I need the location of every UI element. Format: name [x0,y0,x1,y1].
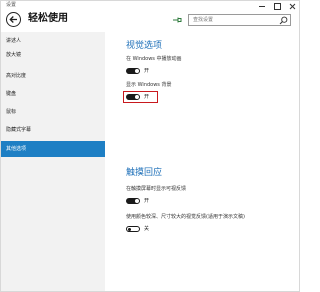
dark-feedback-label: 使用颜色较深、尺寸较大的视觉反馈(适用于演示文稿) [126,214,245,220]
visual-options-title: 视觉选项 [126,41,163,51]
sidebar-item-high-contrast[interactable]: 高对比度 [1,70,105,83]
animation-toggle-row: 开 [126,67,149,75]
sidebar-item-mouse[interactable]: 鼠标 [1,106,105,119]
window-title: 设置 [6,2,17,8]
close-button[interactable] [289,3,295,9]
back-arrow-icon [9,16,17,23]
title-bar: 设置 [1,1,299,10]
background-label: 显示 Windows 背景 [126,82,172,88]
feedback-toggle[interactable] [126,198,140,204]
pin-icon[interactable] [172,16,182,24]
feedback-label: 在触摸屏幕时显示可视反馈 [126,186,187,192]
background-state: 开 [144,93,150,100]
page-title: 轻松使用 [28,13,68,24]
minimize-button[interactable] [259,3,265,9]
animation-toggle[interactable] [126,68,140,74]
search-box[interactable] [188,14,291,26]
sidebar-item-captions[interactable]: 隐藏式字幕 [1,124,105,137]
back-button[interactable] [6,12,21,27]
window-controls [259,1,295,10]
dark-feedback-toggle-row: 关 [126,225,149,233]
page-header: 轻松使用 [1,10,299,32]
animation-state: 开 [144,67,150,74]
sidebar-item-magnifier[interactable]: 放大镜 [1,49,105,62]
feedback-toggle-row: 开 [126,197,149,205]
feedback-state: 开 [144,197,150,204]
maximize-button[interactable] [274,2,281,10]
dark-feedback-state: 关 [144,225,150,232]
search-icon[interactable] [279,16,288,25]
background-toggle[interactable] [126,94,140,100]
dark-feedback-toggle[interactable] [126,226,140,232]
search-input[interactable] [189,15,277,25]
background-toggle-row: 开 [126,93,149,101]
touch-feedback-title: 触摸回应 [126,168,163,178]
main-content: 视觉选项 在 Windows 中播放动画 开 显示 Windows 背景 开 触… [105,32,299,291]
settings-window: 设置 轻松使用 讲述人 放大镜 高对比度 键盘 鼠标 隐 [0,0,300,292]
sidebar-item-keyboard[interactable]: 键盘 [1,88,105,101]
sidebar-item-narrator[interactable]: 讲述人 [1,35,105,48]
sidebar: 讲述人 放大镜 高对比度 键盘 鼠标 隐藏式字幕 其他选项 [1,32,105,291]
sidebar-item-other-options[interactable]: 其他选项 [1,141,105,157]
animation-label: 在 Windows 中播放动画 [126,56,182,62]
